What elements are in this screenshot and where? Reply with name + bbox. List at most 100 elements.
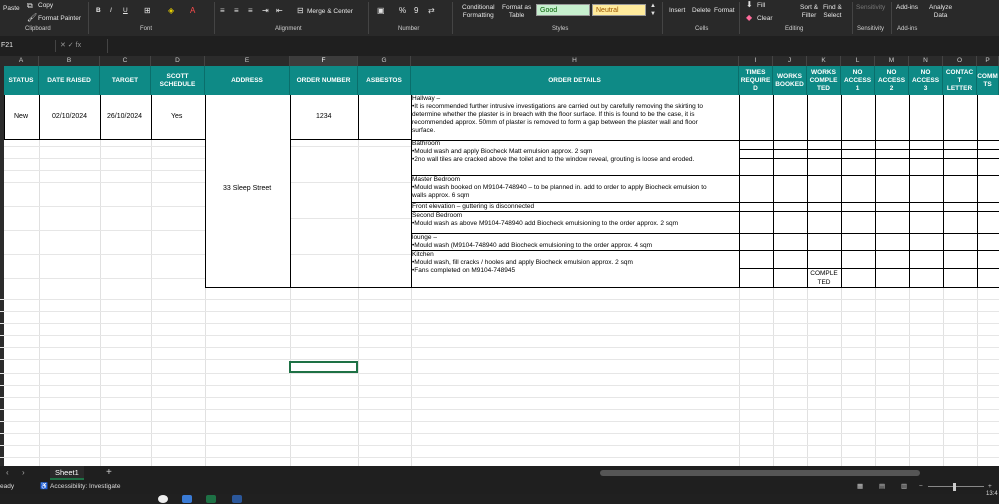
detail-front-elevation[interactable]: Front elevation – guttering is disconnec… (412, 203, 738, 211)
accessibility-status[interactable]: Accessibility: Investigate (50, 480, 120, 494)
paste-button[interactable]: Paste (3, 5, 20, 13)
status-bar: eady ♿ Accessibility: Investigate ▦ ▤ ▥ … (0, 480, 999, 494)
prev-sheet-icon[interactable]: ‹ (6, 468, 9, 477)
conditional-formatting-button[interactable]: Conditional Formatting (462, 4, 495, 20)
bold-button[interactable]: B (96, 7, 101, 15)
analyze-data-button[interactable]: Analyze Data (929, 4, 952, 20)
horizontal-scrollbar[interactable] (600, 470, 920, 476)
column-header-m[interactable]: M (875, 56, 909, 66)
align-center-icon[interactable]: ≡ (234, 7, 239, 15)
zoom-out-icon[interactable]: − (919, 480, 923, 494)
font-color-icon[interactable]: A (190, 7, 195, 15)
add-ins-button[interactable]: Add-ins (896, 4, 918, 12)
detail-bathroom[interactable]: Bathroom •Mould wash and apply Biocheck … (412, 140, 738, 164)
zoom-slider[interactable] (928, 486, 984, 487)
detail-line: •Mould wash, fill cracks / hooles and ap… (412, 259, 633, 266)
column-header-o[interactable]: O (943, 56, 977, 66)
cell-address[interactable]: 33 Sleep Street (223, 185, 271, 192)
detail-master-bedroom[interactable]: Master Bedroom •Mould wash booked on M91… (412, 176, 738, 200)
sheet-tabs-bar: ‹ › Sheet1 + (0, 466, 999, 480)
column-header-f[interactable]: F (290, 56, 358, 66)
add-sheet-icon[interactable]: + (106, 467, 112, 478)
formula-icons[interactable]: ✕ ✓ fx (60, 40, 81, 52)
styles-scroll-icon[interactable]: ▲ ▼ (650, 2, 656, 18)
cell-works-completed[interactable]: COMPLE TED (809, 269, 839, 287)
cell-target[interactable]: 26/10/2024 (107, 113, 142, 120)
gridline (0, 359, 999, 360)
column-header-g[interactable]: G (358, 56, 411, 66)
cell-scott-schedule[interactable]: Yes (171, 113, 182, 120)
normal-view-icon[interactable]: ▦ (857, 480, 863, 494)
app-icon[interactable] (158, 495, 168, 503)
column-header-h[interactable]: H (411, 56, 739, 66)
style-neutral[interactable]: Neutral (592, 4, 646, 16)
border (739, 268, 999, 269)
sheet-tab-sheet1[interactable]: Sheet1 (50, 466, 84, 480)
format-as-table-button[interactable]: Format as Table (502, 4, 531, 20)
gridline (4, 182, 205, 183)
next-sheet-icon[interactable]: › (22, 468, 25, 477)
style-good[interactable]: Good (536, 4, 590, 16)
column-header-e[interactable]: E (205, 56, 290, 66)
fill-color-icon[interactable]: ◈ (168, 7, 174, 15)
border (807, 95, 808, 287)
insert-button[interactable]: Insert (669, 7, 685, 15)
merge-center-button[interactable]: Merge & Center (307, 8, 353, 16)
delete-button[interactable]: Delete (692, 7, 711, 15)
italic-button[interactable]: I (110, 7, 112, 15)
border (151, 95, 152, 139)
outdent-icon[interactable]: ⇤ (276, 7, 283, 15)
sensitivity-button[interactable]: Sensitivity (856, 4, 885, 12)
clear-button[interactable]: Clear (757, 15, 773, 23)
cell-date-raised[interactable]: 02/10/2024 (52, 113, 87, 120)
header-times-required: TIMES REQUIRE D (739, 66, 773, 95)
column-header-j[interactable]: J (773, 56, 807, 66)
fill-button[interactable]: Fill (757, 2, 765, 10)
border (875, 95, 876, 287)
indent-icon[interactable]: ⇥ (262, 7, 269, 15)
page-break-icon[interactable]: ▥ (901, 480, 907, 494)
detail-hallway[interactable]: Hallway – •It is recommended further int… (412, 95, 738, 135)
column-header-p[interactable]: P (977, 56, 999, 66)
separator (852, 2, 853, 34)
increase-decimal-icon[interactable]: ⇄ (428, 7, 435, 15)
zoom-slider-thumb[interactable] (953, 483, 956, 491)
align-left-icon[interactable]: ≡ (220, 7, 225, 15)
border (841, 95, 842, 287)
detail-second-bedroom[interactable]: Second Bedroom •Mould wash as above M910… (412, 212, 738, 228)
sort-filter-button[interactable]: Sort & Filter (800, 4, 818, 20)
format-painter-button[interactable]: Format Painter (38, 15, 81, 23)
name-box[interactable]: F21 (0, 40, 56, 52)
align-right-icon[interactable]: ≡ (248, 7, 253, 15)
column-header-d[interactable]: D (151, 56, 205, 66)
app-icon[interactable] (232, 495, 242, 503)
app-icon[interactable] (182, 495, 192, 503)
column-header-k[interactable]: K (807, 56, 841, 66)
detail-kitchen[interactable]: Kitchen •Mould wash, fill cracks / hoole… (412, 251, 738, 275)
excel-icon[interactable] (206, 495, 216, 503)
column-header-c[interactable]: C (100, 56, 151, 66)
format-button[interactable]: Format (714, 7, 735, 15)
find-select-button[interactable]: Find & Select (823, 4, 842, 20)
page-layout-icon[interactable]: ▤ (879, 480, 885, 494)
column-header-n[interactable]: N (909, 56, 943, 66)
column-header-l[interactable]: L (841, 56, 875, 66)
column-header-i[interactable]: I (739, 56, 773, 66)
add-ins-group-label: Add-ins (897, 26, 918, 32)
accounting-format-icon[interactable]: ▣ (377, 7, 385, 15)
percent-button[interactable]: % (399, 7, 406, 15)
column-header-b[interactable]: B (39, 56, 100, 66)
worksheet-grid[interactable]: A B C D E F G H I J K L M N O P STATUS D… (0, 56, 999, 466)
detail-line: lounge – (412, 234, 437, 241)
underline-button[interactable]: U (123, 7, 128, 15)
copy-button[interactable]: Copy (38, 2, 53, 10)
cell-status[interactable]: New (14, 113, 28, 120)
comma-button[interactable]: 9 (414, 7, 418, 15)
ribbon: Paste ⧉ Copy 🖌 Format Painter Clipboard … (0, 0, 999, 36)
column-header-a[interactable]: A (4, 56, 39, 66)
detail-lounge[interactable]: lounge – •Mould wash (M9104-748940 add B… (412, 234, 738, 250)
selected-cell[interactable] (289, 361, 358, 373)
borders-icon[interactable]: ⊞ (144, 7, 151, 15)
cell-order-number[interactable]: 1234 (316, 113, 332, 120)
formula-input[interactable] (107, 39, 999, 53)
